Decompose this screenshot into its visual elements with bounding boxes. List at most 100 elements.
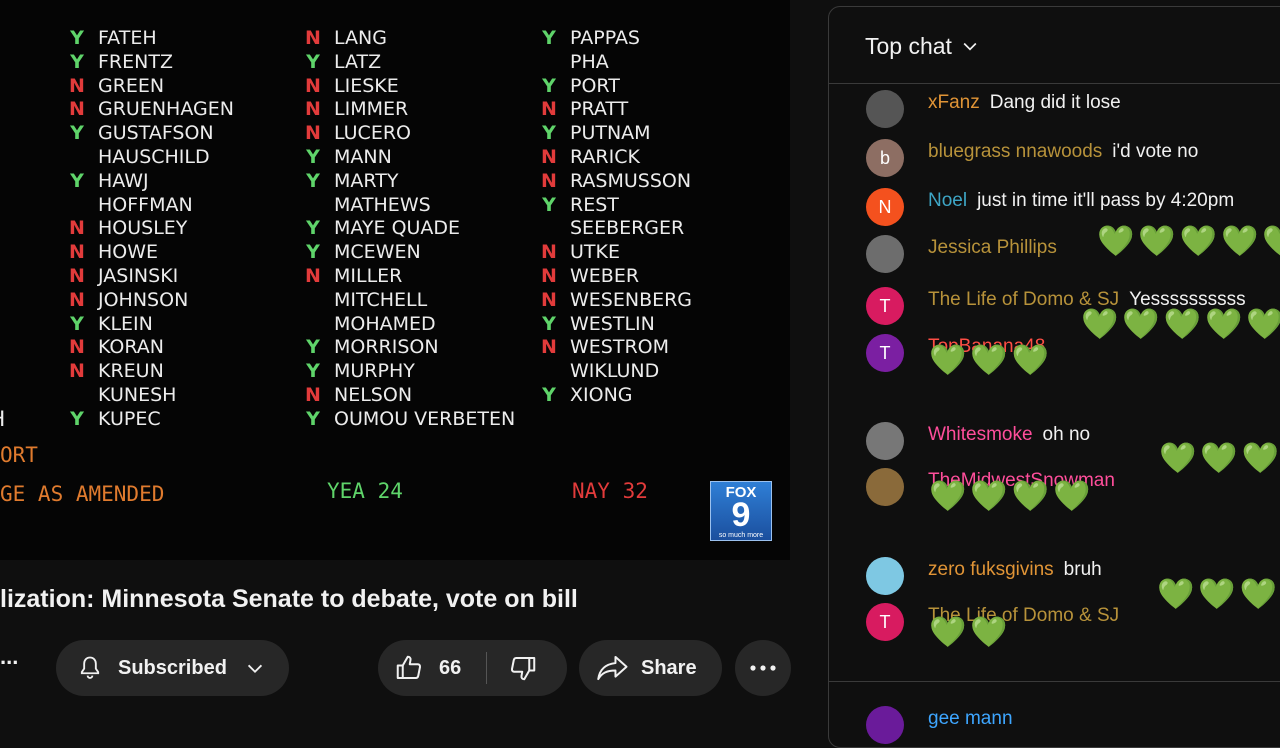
vote-mark: N [541, 146, 557, 168]
chat-avatar[interactable] [866, 706, 904, 744]
vote-mark: N [541, 288, 557, 311]
passage-label: GE AS AMENDED [0, 482, 165, 506]
chat-avatar[interactable] [866, 468, 904, 506]
vote-mark: Y [306, 336, 320, 359]
chat-text: bruh [1063, 559, 1102, 580]
dislike-button[interactable] [488, 640, 567, 696]
vote-mark: N [541, 169, 557, 192]
senator-name: PHA [570, 50, 609, 73]
more-actions-button[interactable] [735, 640, 791, 696]
senator-name: NELSON [334, 384, 413, 406]
chat-author[interactable]: bluegrass nnawoods [928, 141, 1102, 162]
senator-name: PRATT [570, 98, 629, 121]
senator-name: PAPPAS [570, 27, 640, 49]
like-dislike-group: 66 [378, 640, 567, 696]
senator-name: MATHEWS [334, 193, 431, 216]
chat-avatar[interactable]: b [866, 139, 904, 177]
senator-name: JASINSKI [98, 265, 179, 287]
channel-ellipsis: ... [0, 644, 19, 669]
chat-text: i'd vote no [1112, 141, 1199, 162]
chat-avatar[interactable] [866, 90, 904, 128]
senator-name: FATEH [98, 27, 157, 49]
subscribed-button[interactable]: Subscribed [56, 640, 289, 696]
nay-count: NAY 32 [572, 479, 648, 503]
vote-mark: N [305, 122, 321, 145]
chat-author[interactable]: zero fuksgivins [928, 559, 1054, 580]
senator-name: KLEIN [98, 312, 153, 335]
senator-name: LANG [334, 27, 387, 49]
senator-name: WIKLUND [570, 360, 660, 383]
chat-avatar[interactable]: T [866, 287, 904, 325]
vote-mark: N [541, 336, 557, 359]
fox9-logo: FOX 9 so much more [710, 481, 772, 541]
vote-mark: N [305, 74, 321, 97]
chat-avatar[interactable] [866, 557, 904, 595]
vote-mark: N [305, 27, 321, 49]
senator-name: UTKE [570, 241, 620, 264]
chat-text: just in time it'll pass by 4:20pm [977, 190, 1235, 211]
chat-author[interactable]: xFanz [928, 92, 980, 113]
senator-name: HOFFMAN [98, 193, 193, 216]
senator-name: HAUSCHILD [98, 146, 210, 168]
vote-mark: Y [306, 360, 320, 383]
vote-mark: Y [542, 27, 556, 49]
heart-emoji-row: 💚💚💚💚💚 [1097, 225, 1280, 258]
chat-message: bluegrass nnawoods i'd vote no [928, 140, 1198, 164]
chevron-down-icon [963, 42, 977, 51]
vote-mark: N [69, 360, 85, 383]
senator-name: PORT [570, 74, 620, 97]
chat-avatar[interactable]: T [866, 603, 904, 641]
share-button[interactable]: Share [579, 640, 722, 696]
senator-name: LIESKE [334, 74, 399, 97]
senator-name: RASMUSSON [570, 169, 692, 192]
logo-tagline: so much more [718, 532, 764, 539]
heart-emoji-row: 💚💚💚💚 [1159, 442, 1280, 475]
senator-name: MANN [334, 146, 392, 168]
chat-author[interactable]: Jessica Phillips [928, 237, 1057, 258]
vote-mark: N [305, 384, 321, 406]
heart-emoji-row: 💚💚 [929, 616, 1012, 649]
chat-avatar[interactable] [866, 422, 904, 460]
senator-name: KREUN [98, 360, 164, 383]
chat-divider [829, 681, 1280, 682]
vote-mark: Y [70, 27, 84, 49]
chat-header: Top chat [829, 7, 1280, 84]
live-chat-panel: Top chat xFanz Dang did it lose b bluegrass… [828, 6, 1280, 748]
chat-avatar[interactable]: N [866, 188, 904, 226]
senator-name: RARICK [570, 146, 640, 168]
senator-name: LIMMER [334, 98, 409, 121]
vote-mark: Y [306, 50, 320, 73]
vote-mark: Y [306, 407, 320, 430]
chat-author[interactable]: Noel [928, 190, 967, 211]
vote-mark: N [69, 288, 85, 311]
chat-avatar[interactable]: T [866, 334, 904, 372]
vote-mark: Y [542, 193, 556, 216]
chat-author[interactable]: gee mann [928, 708, 1013, 729]
senator-name: GRUENHAGEN [98, 98, 234, 121]
senator-name: GREEN [98, 74, 165, 97]
senator-name: MITCHELL [334, 288, 428, 311]
vote-mark: N [69, 265, 85, 287]
share-icon [597, 655, 628, 681]
senator-name: SEEBERGER [570, 217, 685, 240]
video-title: lization: Minnesota Senate to debate, vo… [0, 585, 578, 613]
chat-message: Jessica Phillips [928, 236, 1067, 260]
vote-mark: N [69, 98, 85, 121]
senator-name: GUSTAFSON [98, 122, 214, 145]
chat-message: Noel just in time it'll pass by 4:20pm [928, 189, 1234, 213]
chat-author[interactable]: Whitesmoke [928, 424, 1033, 445]
vote-mark: N [541, 265, 557, 287]
edge-letter: H [0, 406, 5, 432]
vote-mark: N [305, 265, 321, 287]
vote-mark: Y [306, 146, 320, 168]
like-button[interactable]: 66 [378, 640, 486, 696]
top-chat-dropdown[interactable]: Top chat [865, 31, 980, 61]
chat-avatar[interactable] [866, 235, 904, 273]
thumbs-up-icon [396, 655, 422, 679]
video-player[interactable]: Y FATEH Y FRENTZ N GREEN N GRUENHAGEN Y GUSTAFSON… [0, 0, 790, 560]
senator-name: XIONG [570, 384, 633, 406]
chat-text: oh no [1042, 424, 1091, 445]
vote-mark: Y [70, 312, 84, 335]
vote-mark: N [69, 336, 85, 359]
vote-mark: Y [542, 384, 556, 406]
